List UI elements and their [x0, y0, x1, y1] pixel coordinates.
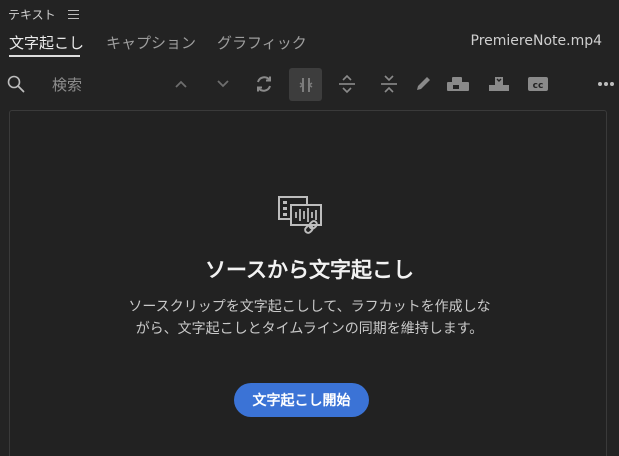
- toolbar: cc: [0, 66, 619, 102]
- panel-header: テキスト: [0, 0, 619, 28]
- active-tab-indicator: [9, 55, 80, 57]
- source-file-name: PremiereNote.mp4: [470, 33, 602, 49]
- collapse-vertical-icon[interactable]: [378, 73, 400, 95]
- chevron-down-icon[interactable]: [214, 75, 232, 93]
- tab-captions[interactable]: キャプション: [106, 32, 196, 53]
- svg-text:cc: cc: [533, 81, 544, 91]
- speaker-tag-icon[interactable]: [446, 73, 470, 95]
- search-icon[interactable]: [6, 74, 26, 94]
- film-audio-link-icon: [277, 193, 329, 241]
- empty-state-description: ソースクリップを文字起こしして、ラフカットを作成しながら、文字起こしとタイムライ…: [128, 299, 491, 337]
- chevron-up-icon[interactable]: [172, 75, 190, 93]
- text-panel: テキスト 文字起こし キャプション グラフィック PremiereNote.mp…: [0, 0, 619, 456]
- split-segment-icon[interactable]: [289, 68, 322, 101]
- hamburger-icon[interactable]: [67, 9, 79, 19]
- tab-graphics[interactable]: グラフィック: [217, 32, 307, 53]
- export-icon[interactable]: [487, 73, 511, 95]
- tab-transcript[interactable]: 文字起こし: [9, 32, 84, 53]
- refresh-icon[interactable]: [253, 73, 275, 95]
- expand-vertical-icon[interactable]: [336, 73, 358, 95]
- more-options-icon[interactable]: [596, 75, 616, 93]
- empty-state-title: ソースから文字起こし: [205, 258, 414, 282]
- pencil-icon[interactable]: [412, 73, 434, 95]
- search-input[interactable]: 検索: [52, 74, 82, 95]
- panel-title: テキスト: [8, 7, 56, 22]
- cc-icon[interactable]: cc: [527, 75, 549, 93]
- start-transcription-button[interactable]: 文字起こし開始: [234, 383, 369, 417]
